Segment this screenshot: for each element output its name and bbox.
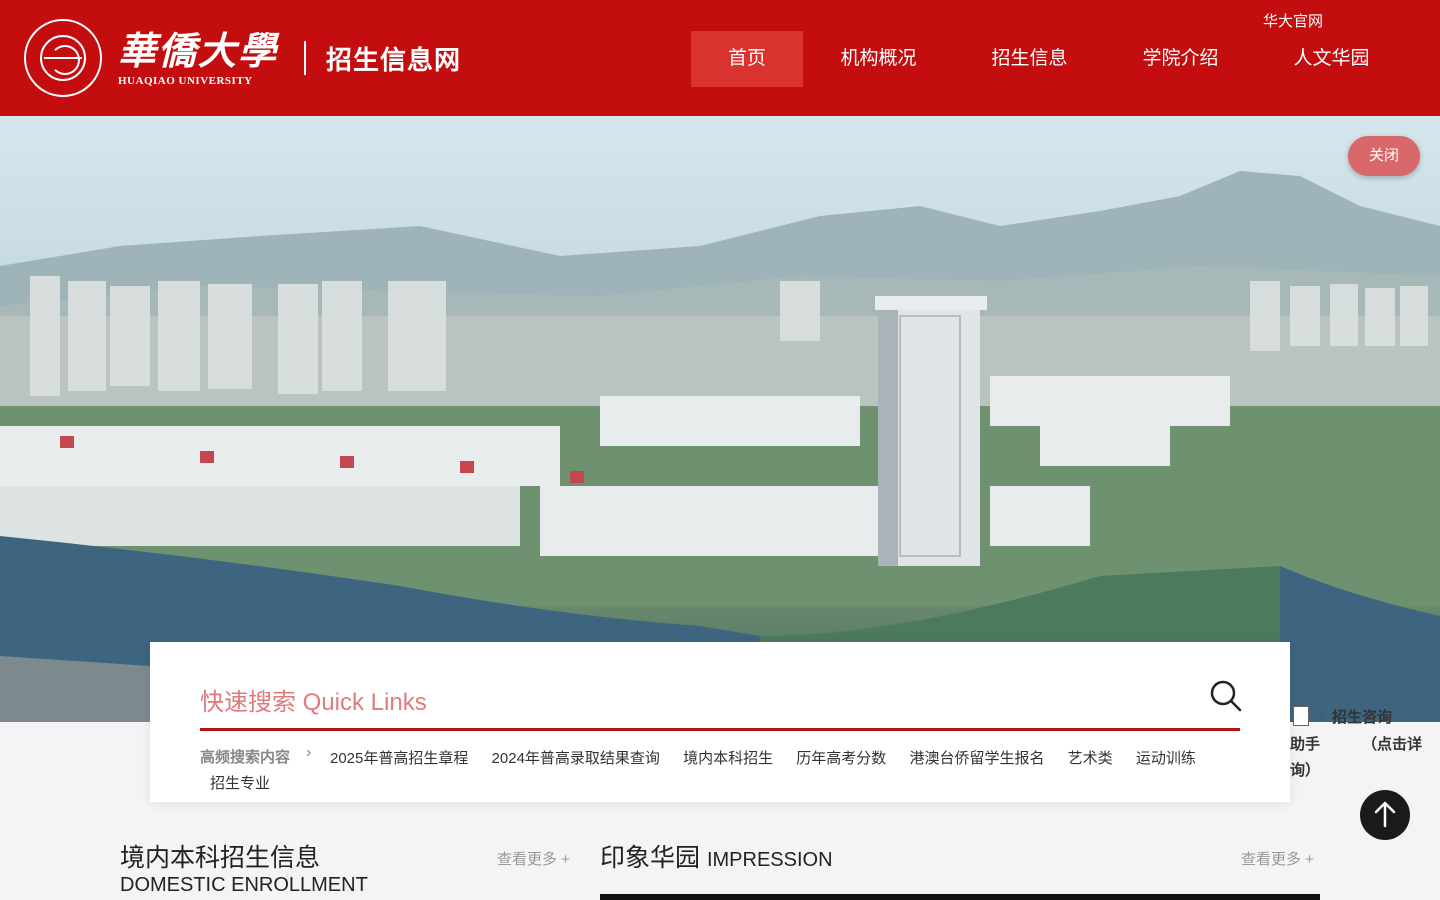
site-logo[interactable]: 華僑大學 HUAQIAO UNIVERSITY 招生信息网 (24, 18, 461, 98)
site-header: 華僑大學 HUAQIAO UNIVERSITY 招生信息网 华大官网 首页 机构… (0, 0, 1440, 116)
university-seal-icon (24, 19, 102, 97)
arrow-up-icon (1374, 801, 1396, 828)
hero-campus-image (0, 116, 1440, 722)
official-site-link[interactable]: 华大官网 (1263, 10, 1323, 31)
hot-search-link[interactable]: 2024年普高录取结果查询 (492, 746, 660, 771)
nav-item-admissions[interactable]: 招生信息 (954, 31, 1105, 87)
search-underline (200, 728, 1240, 731)
domestic-more-link[interactable]: 查看更多 + (497, 848, 570, 869)
search-icon[interactable] (1208, 678, 1244, 714)
nav-item-home[interactable]: 首页 (691, 31, 803, 87)
domestic-enrollment-title: 境内本科招生信息 (120, 844, 321, 872)
nav-item-about[interactable]: 机构概况 (803, 31, 954, 87)
hot-search-link[interactable]: 招生专业 (210, 771, 270, 796)
impression-title: 印象华园 IMPRESSION (600, 844, 833, 872)
hot-search-link[interactable]: 境内本科招生 (683, 746, 773, 771)
admission-helper-widget[interactable]: × 招生咨询 助手 （点击详 询） (1290, 702, 1440, 782)
helper-close-button[interactable]: × (1318, 707, 1326, 722)
hot-search-list: 2025年普高招生章程 2024年普高录取结果查询 境内本科招生 历年高考分数 … (210, 746, 1230, 792)
nav-item-campus-culture[interactable]: 人文华园 (1256, 31, 1407, 87)
logo-chinese-name: 華僑大學 (118, 28, 279, 73)
impression-image[interactable] (600, 894, 1320, 900)
logo-divider (304, 41, 307, 75)
site-name: 招生信息网 (326, 44, 462, 75)
hot-search-link[interactable]: 历年高考分数 (796, 746, 886, 771)
hot-search-label: 高频搜索内容 (200, 749, 291, 766)
back-to-top-button[interactable] (1360, 790, 1410, 840)
nav-item-colleges[interactable]: 学院介绍 (1105, 31, 1256, 87)
hot-search-link[interactable]: 2025年普高招生章程 (330, 746, 468, 771)
domestic-enrollment-subtitle: DOMESTIC ENROLLMENT (120, 874, 368, 896)
quick-search-input[interactable]: 快速搜索 Quick Links (200, 682, 427, 717)
hot-search-link[interactable]: 运动训练 (1136, 746, 1196, 771)
close-hero-button[interactable]: 关闭 (1348, 136, 1420, 176)
logo-english-name: HUAQIAO UNIVERSITY (118, 75, 253, 87)
hot-search-link[interactable]: 港澳台侨留学生报名 (909, 746, 1044, 771)
campus-aerial-illustration (0, 171, 1440, 722)
document-icon (1293, 706, 1309, 726)
chevron-right-icon: › (306, 744, 312, 761)
impression-more-link[interactable]: 查看更多 + (1241, 848, 1314, 869)
quick-search-card: 快速搜索 Quick Links 高频搜索内容 › 2025年普高招生章程 20… (150, 642, 1290, 802)
main-nav: 首页 机构概况 招生信息 学院介绍 人文华园 (691, 31, 1407, 87)
hot-search-link[interactable]: 艺术类 (1068, 746, 1113, 771)
